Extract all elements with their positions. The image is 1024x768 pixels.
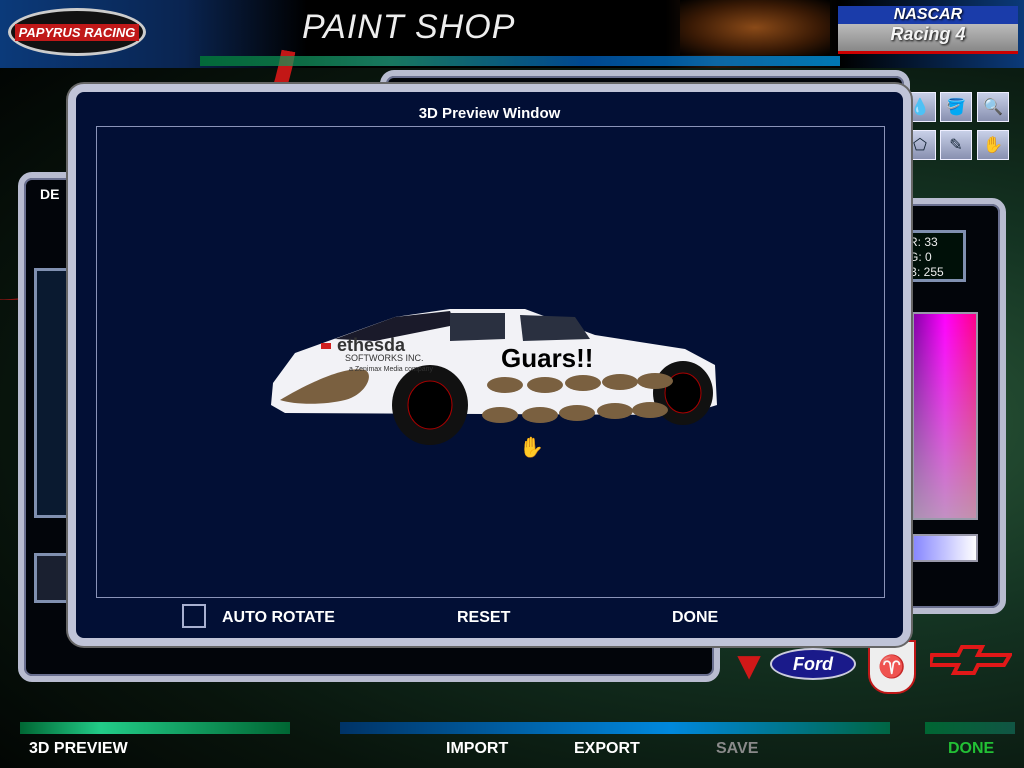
done-button[interactable]: DONE [948, 740, 994, 758]
ford-logo[interactable]: Ford [770, 648, 856, 680]
reset-button[interactable]: RESET [457, 609, 510, 627]
color-spectrum-picker[interactable] [912, 312, 978, 520]
eyedropper-icon[interactable]: ✎ [940, 130, 972, 160]
3d-preview-button[interactable]: 3D PREVIEW [29, 740, 128, 758]
car-number-decal: Guars!! [501, 343, 593, 373]
pontiac-logo[interactable]: ▼ [729, 640, 769, 692]
race-car-model[interactable]: ethesda SOFTWORKS INC. a Zenimax Media c… [265, 305, 717, 445]
3d-preview-window: 3D Preview Window ethesda SOFTWORKS INC.… [68, 84, 911, 646]
papyrus-logo: PAPYRUS RACING [8, 8, 146, 56]
3d-viewport[interactable]: ethesda SOFTWORKS INC. a Zenimax Media c… [96, 126, 885, 598]
preview-done-button[interactable]: DONE [672, 609, 718, 627]
preview-window-title: 3D Preview Window [418, 105, 561, 122]
hand-icon[interactable]: ✋ [977, 130, 1009, 160]
dodge-logo[interactable]: ♈ [868, 640, 916, 694]
import-button[interactable]: IMPORT [446, 740, 508, 758]
auto-rotate-label[interactable]: AUTO ROTATE [222, 609, 335, 627]
footer-dots-right [925, 722, 1015, 734]
engine-image [680, 0, 830, 55]
header-dots [200, 56, 840, 66]
magnifier-icon[interactable]: 🔍 [977, 92, 1009, 122]
paint-bucket-icon[interactable]: 🪣 [940, 92, 972, 122]
footer-dots-left [20, 722, 290, 734]
decal-panel-title: DE [40, 186, 60, 202]
save-button[interactable]: SAVE [716, 740, 758, 758]
brightness-slider[interactable] [912, 534, 978, 562]
nascar-racing-logo: NASCAR Racing 4 [838, 6, 1018, 54]
page-title: PAINT SHOP [302, 8, 516, 46]
car-sponsor-line2: SOFTWORKS INC. [345, 353, 424, 363]
car-sponsor-line3: a Zenimax Media company [349, 366, 434, 373]
footer-dots-center [340, 722, 890, 734]
chevrolet-logo[interactable] [930, 645, 1012, 675]
export-button[interactable]: EXPORT [574, 740, 640, 758]
auto-rotate-checkbox[interactable] [182, 604, 206, 628]
car-sponsor-decal: ethesda [337, 335, 406, 355]
chevrolet-bowtie-icon [930, 645, 1012, 675]
hand-cursor-icon: ✋ [519, 437, 544, 459]
